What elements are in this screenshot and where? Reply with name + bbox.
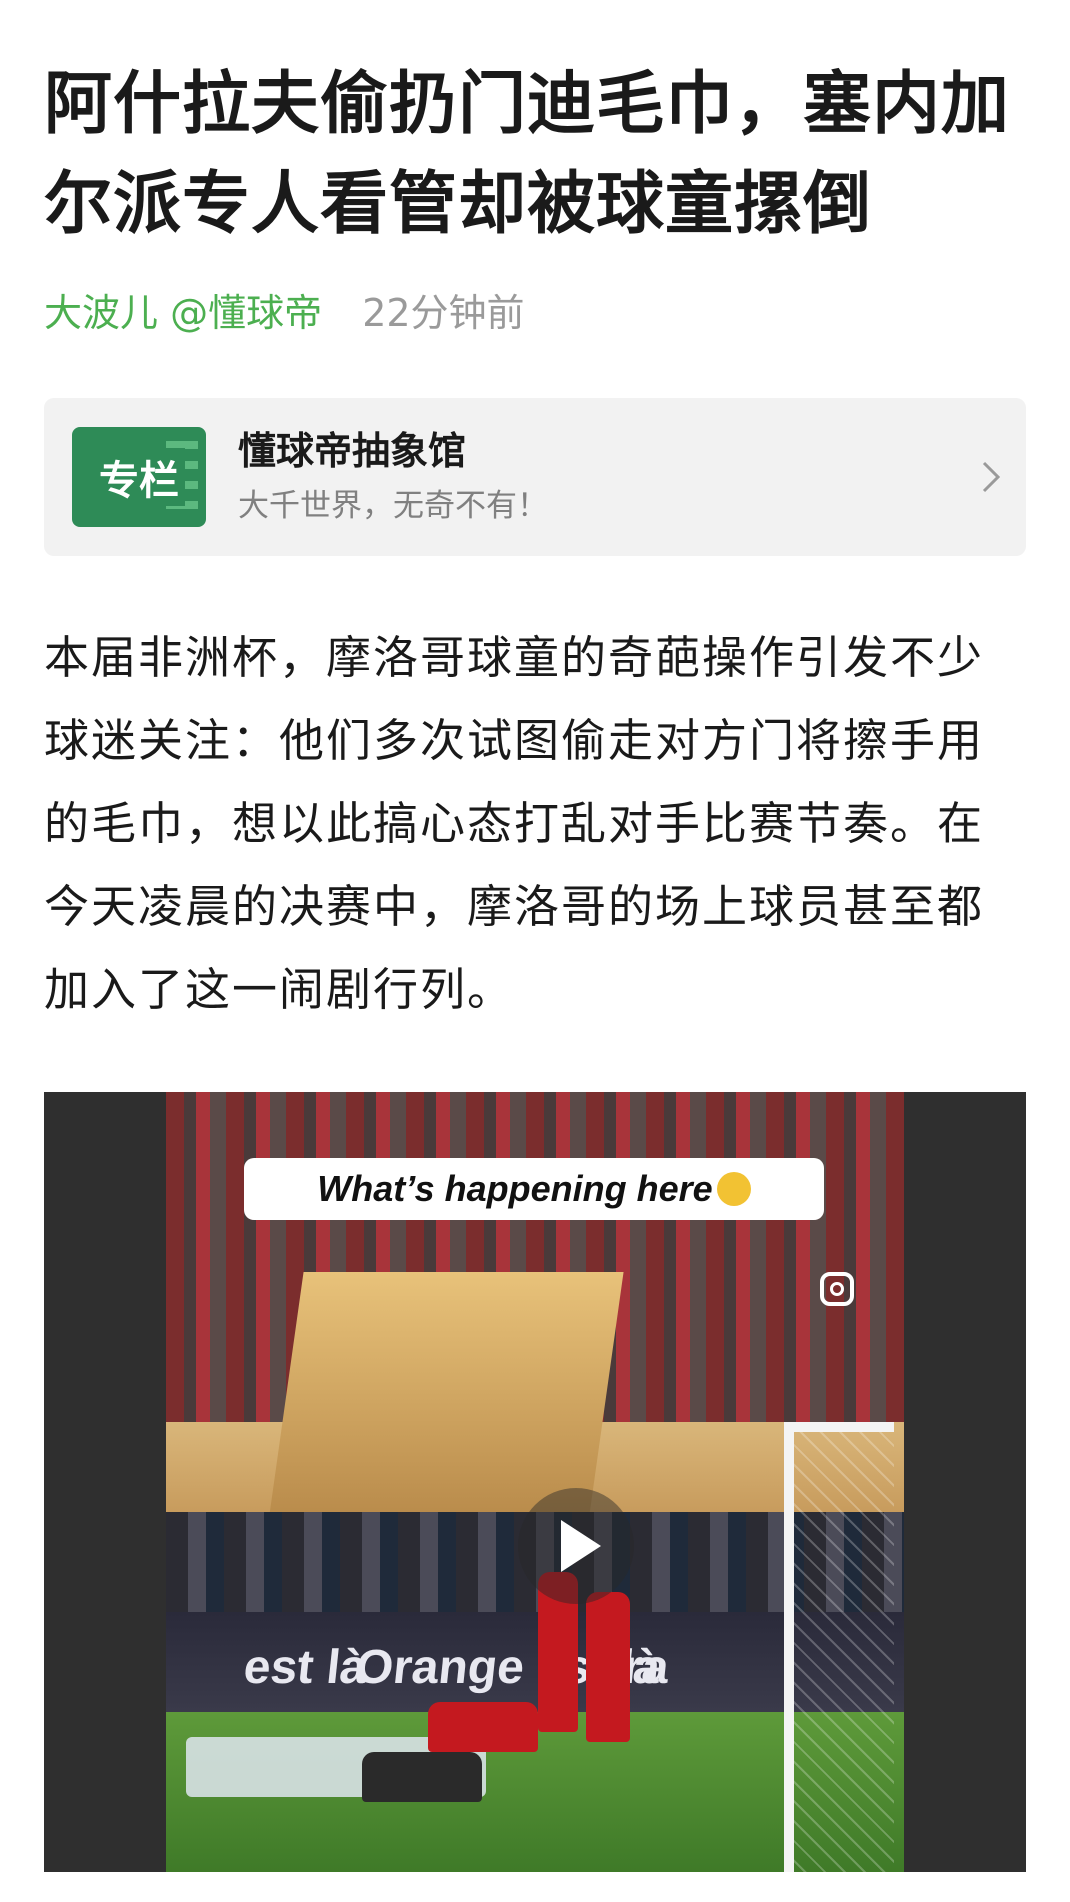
column-info: 懂球帝抽象馆 大千世界，无奇不有！ (238, 425, 956, 529)
video-frame: est là Orange est là Ora What’s happenin… (166, 1092, 904, 1872)
chevron-right-icon (956, 460, 1026, 494)
column-logo: 专栏 (72, 427, 206, 527)
player-figure (428, 1702, 538, 1752)
publish-time: 22分钟前 (362, 291, 525, 335)
column-description: 大千世界，无奇不有！ (238, 488, 548, 524)
play-icon (561, 1520, 601, 1572)
author-link[interactable]: 大波儿 @懂球帝 (44, 291, 322, 335)
column-logo-text: 专栏 (93, 448, 185, 506)
player-figure (362, 1752, 482, 1802)
column-name: 懂球帝抽象馆 (238, 429, 467, 473)
column-card[interactable]: 专栏 懂球帝抽象馆 大千世界，无奇不有！ (44, 398, 1026, 556)
video-caption-text: What’s happening here (317, 1168, 713, 1209)
video-player[interactable]: est là Orange est là Ora What’s happenin… (44, 1092, 1026, 1872)
article-title: 阿什拉夫偷扔门迪毛巾，塞内加尔派专人看管却被球童摞倒 (44, 65, 1011, 244)
play-button[interactable] (518, 1488, 634, 1604)
video-caption: What’s happening here (244, 1158, 824, 1220)
goal-net (784, 1422, 894, 1872)
instagram-icon (820, 1272, 854, 1306)
article-meta: 大波儿 @懂球帝 22分钟前 (44, 288, 525, 338)
board-text: est là (241, 1641, 370, 1694)
player-figure (586, 1592, 630, 1742)
article-body: 本届非洲杯，摩洛哥球童的奇葩操作引发不少球迷关注：他们多次试图偷走对方门将擦手用… (44, 631, 985, 1016)
astonished-emoji-icon (716, 1172, 751, 1206)
